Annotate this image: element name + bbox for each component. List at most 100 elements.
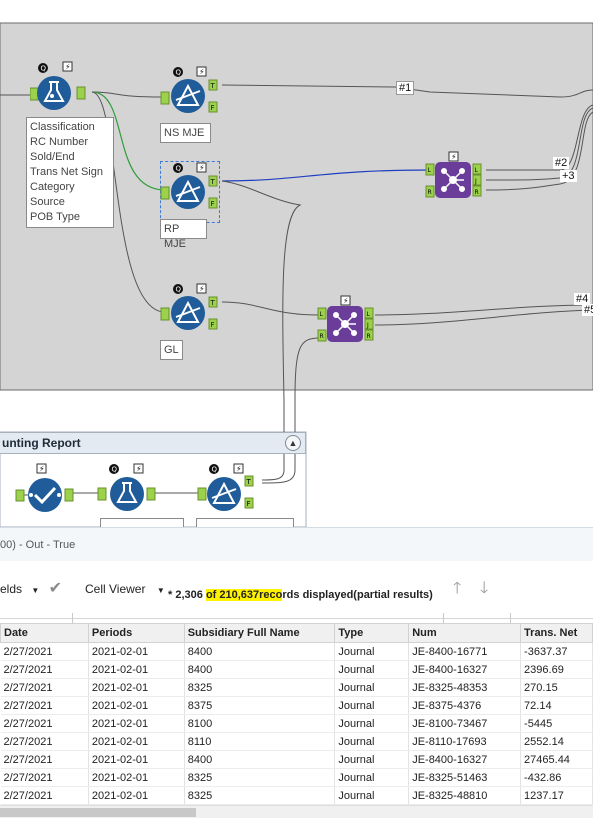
table-cell[interactable]: JE-8110-17693 [408, 732, 522, 751]
filter-ns-label: NS MJE [160, 123, 211, 143]
table-cell[interactable]: 2552.14 [520, 732, 593, 751]
svg-text:R: R [428, 189, 432, 196]
filter-tool-rp-mje[interactable]: Q ⚡ T F [160, 161, 220, 223]
wire-annotation-1: #1 [396, 81, 415, 95]
container-header[interactable]: unting Report ▲ [0, 432, 306, 454]
table-row[interactable]: 2/27/2021 2021-02-01 8375 Journal JE-8375-43… [0, 696, 593, 715]
table-cell[interactable]: 2021-02-01 [88, 696, 185, 715]
table-cell[interactable]: JE-8325-51463 [408, 768, 522, 787]
table-cell[interactable]: 2021-02-01 [88, 732, 185, 751]
table-row[interactable]: 2/27/2021 2021-02-01 8110 Journal JE-8110-17… [0, 732, 593, 751]
checkmark-icon[interactable]: ✔ [49, 580, 62, 597]
table-cell[interactable]: 2/27/2021 [0, 714, 89, 733]
join-tool-2[interactable]: ⚡ L R L J R [316, 294, 380, 349]
column-header-num[interactable]: Num [408, 623, 522, 643]
table-cell[interactable]: 2/27/2021 [0, 732, 89, 751]
records-count: * 2,306 of 210,637records displayed(part… [168, 589, 433, 601]
arrow-down-icon[interactable]: 🡓 [480, 550, 488, 628]
table-row[interactable]: 2/27/2021 2021-02-01 8325 Journal JE-8325-48… [0, 678, 593, 697]
formula-tool[interactable]: Q ⚡ [29, 60, 94, 113]
table-cell[interactable]: 2/27/2021 [0, 786, 89, 805]
horizontal-scrollbar[interactable] [0, 805, 593, 818]
table-cell[interactable]: Journal [334, 750, 410, 769]
table-cell[interactable]: 2021-02-01 [88, 660, 185, 679]
svg-text:T: T [210, 299, 216, 307]
column-header-subsidiary[interactable]: Subsidiary Full Name [183, 623, 336, 643]
table-cell[interactable]: Journal [334, 786, 410, 805]
table-cell[interactable]: 8325 [184, 768, 336, 787]
column-header-periods[interactable]: Periods [87, 623, 185, 643]
table-cell[interactable]: 72.14 [520, 696, 593, 715]
fields-dropdown[interactable]: elds ▼ ✔ [0, 550, 62, 630]
table-cell[interactable]: 2021-02-01 [88, 750, 185, 769]
table-cell[interactable]: 8400 [184, 642, 336, 661]
formula-field: Category [30, 181, 75, 193]
workflow-canvas[interactable]: Q ⚡ Classification RC Number Sold/End Tr… [0, 0, 593, 527]
table-cell[interactable]: 2021-02-01 [88, 768, 185, 787]
table-cell[interactable]: 2021-02-01 [88, 642, 185, 661]
table-cell[interactable]: 8100 [184, 714, 336, 733]
table-row[interactable]: 2/27/2021 2021-02-01 8325 Journal JE-8325-51… [0, 768, 593, 787]
table-cell[interactable]: Journal [334, 768, 410, 787]
formula-field: Classification [30, 121, 95, 133]
arrow-up-icon[interactable]: 🡑 [453, 550, 461, 628]
table-cell[interactable]: Journal [334, 714, 410, 733]
table-cell[interactable]: 2396.69 [520, 660, 593, 679]
table-cell[interactable]: 2/27/2021 [0, 678, 89, 697]
cell-viewer-dropdown[interactable]: Cell Viewer ▼ [85, 550, 165, 630]
table-cell[interactable]: 2/27/2021 [0, 660, 89, 679]
table-cell[interactable]: JE-8400-16771 [408, 642, 522, 661]
table-cell[interactable]: JE-8325-48810 [408, 786, 522, 805]
table-cell[interactable]: JE-8375-4376 [408, 696, 522, 715]
column-header-trans-net[interactable]: Trans. Net [520, 623, 593, 643]
table-cell[interactable]: 8325 [184, 678, 336, 697]
collapse-container-icon[interactable]: ▲ [285, 435, 301, 451]
table-cell[interactable]: Journal [334, 732, 410, 751]
table-cell[interactable]: 27465.44 [520, 750, 593, 769]
table-cell[interactable]: JE-8100-73467 [408, 714, 522, 733]
table-cell[interactable]: Journal [334, 696, 410, 715]
table-row[interactable]: 2/27/2021 2021-02-01 8325 Journal JE-8325-48… [0, 786, 593, 805]
table-cell[interactable]: Journal [334, 660, 410, 679]
table-cell[interactable]: 2021-02-01 [88, 714, 185, 733]
formula-tool-2[interactable]: Q ⚡ [96, 460, 160, 519]
filter-tool-ns-mje[interactable]: Q ⚡ T F [160, 66, 224, 119]
table-cell[interactable]: Journal [334, 678, 410, 697]
table-cell[interactable]: -432.86 [520, 768, 593, 787]
formula-field: POB Type [30, 211, 80, 223]
filter-tool-3[interactable]: Q ⚡ T F [196, 460, 260, 519]
filter-tool-gl[interactable]: Q ⚡ T F [160, 283, 224, 336]
table-row[interactable]: 2/27/2021 2021-02-01 8400 Journal JE-8400-16… [0, 750, 593, 769]
column-header-type[interactable]: Type [334, 623, 410, 643]
table-cell[interactable]: 2021-02-01 [88, 678, 185, 697]
table-row[interactable]: 2/27/2021 2021-02-01 8400 Journal JE-8400-16… [0, 642, 593, 661]
join-tool-1[interactable]: ⚡ L R L J R [424, 150, 488, 205]
svg-text:T: T [210, 178, 216, 186]
table-cell[interactable]: 2021-02-01 [88, 786, 185, 805]
table-row[interactable]: 2/27/2021 2021-02-01 8400 Journal JE-8400-16… [0, 660, 593, 679]
svg-text:J: J [366, 322, 369, 329]
table-cell[interactable]: -5445 [520, 714, 593, 733]
table-cell[interactable]: 8325 [184, 786, 336, 805]
table-cell[interactable]: 270.15 [520, 678, 593, 697]
filter-rp-label: RP MJE [160, 219, 207, 250]
scrollbar-thumb[interactable] [0, 808, 196, 817]
table-cell[interactable]: 1237.17 [520, 786, 593, 805]
formula-field: RC Number [30, 136, 89, 148]
table-cell[interactable]: 8375 [184, 696, 336, 715]
table-row[interactable]: 2/27/2021 2021-02-01 8100 Journal JE-8100-73… [0, 714, 593, 733]
table-cell[interactable]: 2/27/2021 [0, 696, 89, 715]
select-tool[interactable]: ⚡ [14, 462, 78, 517]
table-cell[interactable]: 8400 [184, 660, 336, 679]
table-cell[interactable]: 2/27/2021 [0, 768, 89, 787]
table-cell[interactable]: Journal [334, 642, 410, 661]
table-cell[interactable]: 2/27/2021 [0, 750, 89, 769]
table-cell[interactable]: JE-8325-48353 [408, 678, 522, 697]
table-cell[interactable]: 2/27/2021 [0, 642, 89, 661]
column-header-date[interactable]: Date [0, 623, 89, 643]
table-cell[interactable]: -3637.37 [520, 642, 593, 661]
table-cell[interactable]: JE-8400-16327 [408, 750, 522, 769]
table-cell[interactable]: 8110 [184, 732, 336, 751]
table-cell[interactable]: 8400 [184, 750, 336, 769]
table-cell[interactable]: JE-8400-16327 [408, 660, 522, 679]
